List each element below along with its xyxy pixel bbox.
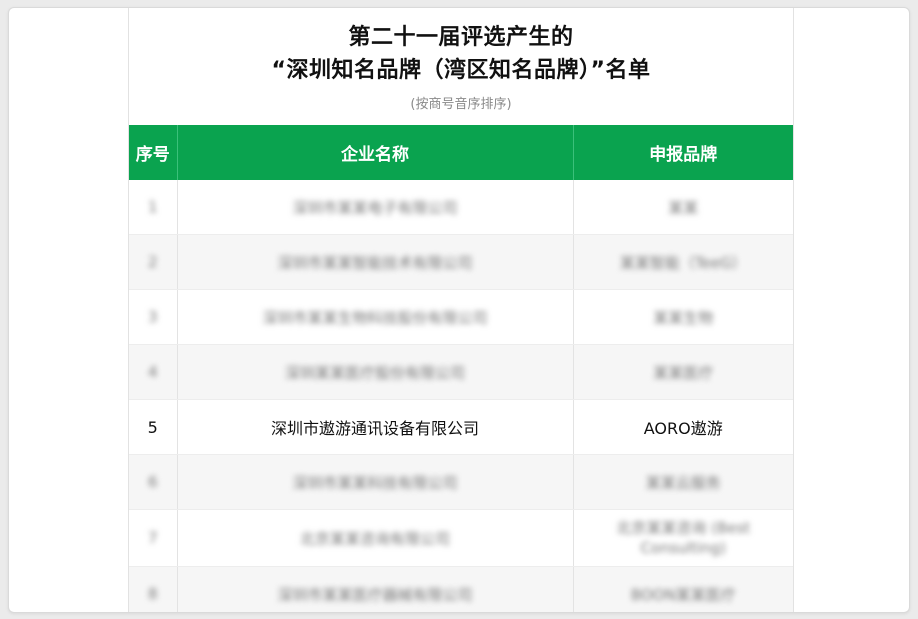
brand-list-table: 序号 企业名称 申报品牌 1 深圳市某某电子有限公司 某某 2 深圳市某某智能技… — [129, 125, 793, 612]
header-company: 企业名称 — [177, 125, 574, 180]
row-brand: 某某云服务 — [573, 454, 793, 510]
row-index: 6 — [129, 454, 178, 510]
document-title-line1: 第二十一届评选产生的 — [348, 25, 574, 50]
table-row: 6 深圳市某某科技有限公司 某某云服务 — [129, 454, 793, 510]
row-company: 深圳市某某电子有限公司 — [177, 180, 574, 235]
row-company: 深圳市遨游通讯设备有限公司 — [177, 399, 574, 455]
row-company: 北京某某咨询有限公司 — [177, 509, 574, 567]
row-brand: 某某智能（TeeG） — [573, 234, 793, 290]
row-company: 深圳市某某智能技术有限公司 — [177, 234, 574, 290]
row-company: 深圳市某某科技有限公司 — [177, 454, 574, 510]
row-brand: 某某医疗 — [573, 344, 793, 400]
table-header-row: 序号 企业名称 申报品牌 — [129, 125, 793, 180]
row-index: 4 — [129, 344, 178, 400]
row-brand: 北京某某咨询 (Best Consulting) — [573, 509, 793, 567]
row-index: 1 — [129, 180, 178, 235]
row-brand: AORO遨游 — [573, 399, 793, 455]
row-index: 2 — [129, 234, 178, 290]
header-brand: 申报品牌 — [573, 125, 793, 180]
row-brand: 某某 — [573, 180, 793, 235]
row-index: 5 — [129, 399, 178, 455]
row-index: 3 — [129, 289, 178, 345]
table-row: 7 北京某某咨询有限公司 北京某某咨询 (Best Consulting) — [129, 509, 793, 567]
screenshot-card: 第二十一届评选产生的 “深圳知名品牌（湾区知名品牌）”名单 (按商号音序排序) … — [8, 7, 910, 613]
table-row: 2 深圳市某某智能技术有限公司 某某智能（TeeG） — [129, 234, 793, 290]
document-title-line2: “深圳知名品牌（湾区知名品牌）”名单 — [271, 58, 651, 83]
header-index: 序号 — [129, 125, 178, 180]
table-row-highlighted: 5 深圳市遨游通讯设备有限公司 AORO遨游 — [129, 399, 793, 455]
table-row: 4 深圳某某医疗股份有限公司 某某医疗 — [129, 344, 793, 400]
table-row: 3 深圳市某某生物科技股份有限公司 某某生物 — [129, 289, 793, 345]
table-row: 8 深圳市某某医疗器械有限公司 BOON某某医疗 — [129, 566, 793, 612]
table-row: 1 深圳市某某电子有限公司 某某 — [129, 180, 793, 235]
row-brand: BOON某某医疗 — [573, 566, 793, 612]
row-company: 深圳市某某生物科技股份有限公司 — [177, 289, 574, 345]
document-subtitle: (按商号音序排序) — [410, 97, 512, 112]
row-company: 深圳某某医疗股份有限公司 — [177, 344, 574, 400]
row-index: 7 — [129, 509, 178, 567]
row-company: 深圳市某某医疗器械有限公司 — [177, 566, 574, 612]
row-index: 8 — [129, 566, 178, 612]
row-brand: 某某生物 — [573, 289, 793, 345]
document-page: 第二十一届评选产生的 “深圳知名品牌（湾区知名品牌）”名单 (按商号音序排序) … — [128, 8, 794, 612]
